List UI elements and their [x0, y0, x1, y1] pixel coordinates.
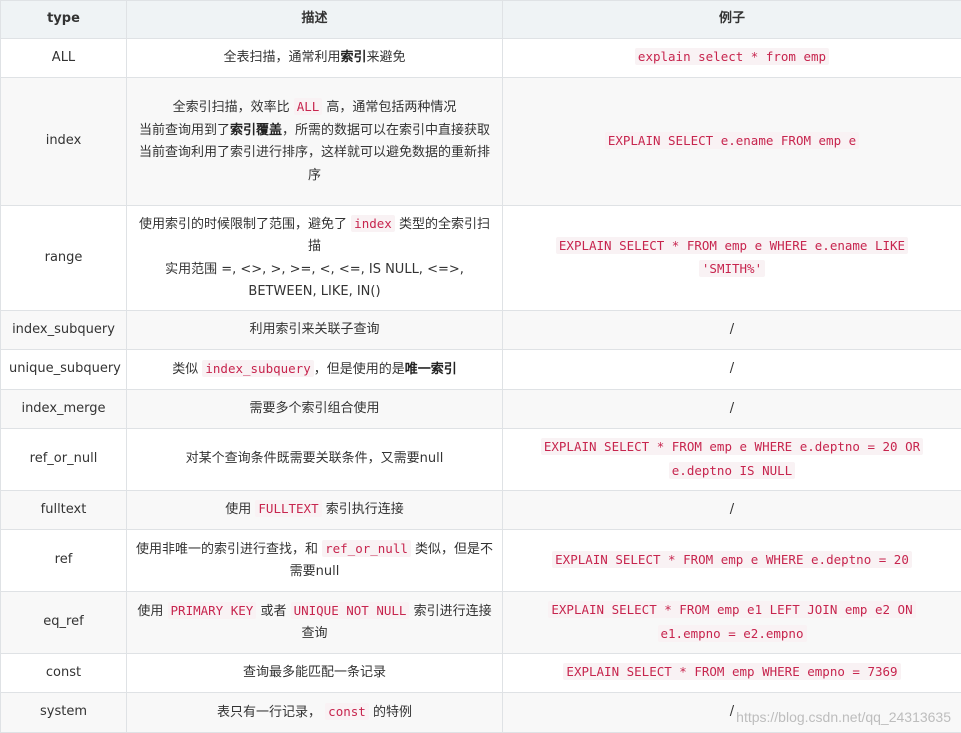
example-cell: EXPLAIN SELECT * FROM emp e WHERE e.enam… — [502, 205, 961, 311]
inline-code: index_subquery — [202, 359, 314, 377]
table-row: system 表只有一行记录， const 的特例 / — [0, 692, 961, 733]
example-cell: / — [502, 692, 961, 733]
text-segment: 全表扫描，通常利用 — [223, 49, 341, 65]
type-cell: range — [0, 205, 127, 311]
table-row: ALL 全表扫描，通常利用索引来避免 explain select * from e… — [0, 38, 961, 78]
example-code: e1.empno = e2.empno — [657, 624, 807, 642]
text-segment: 当前查询利用了索引进行排序，这样就可以避免数据的重新排序 — [138, 145, 490, 183]
description-cell: 需要多个索引组合使用 — [126, 389, 503, 429]
description-cell: 查询最多能匹配一条记录 — [126, 653, 503, 693]
type-cell: fulltext — [0, 490, 127, 530]
type-cell: ref_or_null — [0, 428, 127, 491]
text-segment: 的特例 — [368, 704, 412, 720]
text-segment: ，所需的数据可以在索引中直接获取 — [282, 122, 491, 138]
example-cell: EXPLAIN SELECT * FROM emp e WHERE e.dept… — [502, 428, 961, 491]
table-row: fulltext 使用 FULLTEXT 索引执行连接 / — [0, 490, 961, 530]
type-cell: index_subquery — [0, 310, 127, 350]
description-cell: 对某个查询条件既需要关联条件，又需要null — [126, 428, 503, 491]
description-cell: 使用 FULLTEXT 索引执行连接 — [126, 490, 503, 530]
example-code: EXPLAIN SELECT * FROM emp e WHERE e.enam… — [555, 236, 909, 254]
text-segment: 使用非唯一的索引进行查找，和 — [135, 541, 323, 557]
table-header: type 描述 例子 — [0, 0, 961, 39]
type-cell: unique_subquery — [0, 349, 127, 390]
text-segment: ，但是使用的是 — [313, 361, 405, 377]
example-code: explain select * from emp — [634, 48, 830, 66]
description-cell: 使用 PRIMARY KEY 或者 UNIQUE NOT NULL 索引进行连接… — [126, 591, 503, 654]
text-segment: 类似 — [172, 361, 203, 377]
header-description: 描述 — [126, 0, 503, 39]
text-segment: 表只有一行记录， — [217, 704, 326, 720]
text-segment: 需要多个索引组合使用 — [249, 400, 380, 416]
text-segment: 全索引扫描，效率比 — [172, 100, 294, 115]
example-code: EXPLAIN SELECT * FROM emp e1 LEFT JOIN e… — [548, 601, 916, 618]
table-row: ref_or_null 对某个查询条件既需要关联条件，又需要null EXPLAIN… — [0, 428, 961, 491]
inline-code: FULLTEXT — [255, 500, 322, 518]
inline-code: index — [351, 214, 395, 232]
description-cell: 表只有一行记录， const 的特例 — [126, 692, 503, 733]
description-cell: 全索引扫描，效率比 ALL 高，通常包括两种情况当前查询用到了索引覆盖，所需的数… — [126, 77, 503, 206]
table-row: index_subquery 利用索引来关联子查询 / — [0, 310, 961, 350]
description-cell: 类似 index_subquery ，但是使用的是唯一索引 — [126, 349, 503, 390]
table-row: unique_subquery 类似 index_subquery ，但是使用的是唯… — [0, 349, 961, 390]
example-cell: explain select * from emp — [502, 38, 961, 78]
table-row: range 使用索引的时候限制了范围，避免了 index 类型的全索引扫描 实用范围… — [0, 205, 961, 311]
type-cell: system — [0, 692, 127, 733]
example-code: e.deptno IS NULL — [668, 461, 796, 479]
text-segment: 查询最多能匹配一条记录 — [242, 664, 386, 680]
example-code: 'SMITH%' — [698, 260, 766, 277]
inline-code: UNIQUE NOT NULL — [290, 601, 410, 619]
bold-text: 唯一索引 — [404, 361, 457, 377]
header-type: type — [0, 0, 127, 39]
text-segment: 对某个查询条件既需要关联条件，又需要null — [185, 451, 444, 467]
table-body: ALL 全表扫描，通常利用索引来避免 explain select * from e… — [0, 38, 961, 733]
type-cell: index_merge — [0, 389, 127, 429]
example-cell: / — [502, 490, 961, 530]
table-row: index 全索引扫描，效率比 ALL 高，通常包括两种情况 当前查询用到了索引覆盖… — [0, 77, 961, 206]
bold-text: 索引覆盖 — [229, 122, 282, 138]
inline-code: const — [325, 702, 369, 720]
table-row: const 查询最多能匹配一条记录 EXPLAIN SELECT * FROM em… — [0, 653, 961, 693]
text-segment: 使用 — [225, 502, 256, 518]
table-row: ref 使用非唯一的索引进行查找，和 ref_or_null 类似，但是不需要nu… — [0, 529, 961, 592]
table-row: index_merge 需要多个索引组合使用 / — [0, 389, 961, 429]
example-cell: EXPLAIN SELECT * FROM emp e WHERE e.dept… — [502, 529, 961, 592]
type-cell: ref — [0, 529, 127, 592]
description-cell: 使用非唯一的索引进行查找，和 ref_or_null 类似，但是不需要null — [126, 529, 503, 592]
type-cell: ALL — [0, 38, 127, 78]
type-cell: eq_ref — [0, 591, 127, 654]
description-cell: 全表扫描，通常利用索引来避免 — [126, 38, 503, 78]
example-code: EXPLAIN SELECT * FROM emp WHERE empno = … — [563, 663, 901, 681]
example-cell: / — [502, 349, 961, 390]
example-code: EXPLAIN SELECT * FROM emp e WHERE e.dept… — [552, 550, 912, 568]
example-code: EXPLAIN SELECT * FROM emp e WHERE e.dept… — [540, 438, 924, 455]
type-cell: index — [0, 77, 127, 206]
example-cell: / — [502, 310, 961, 350]
example-code: EXPLAIN SELECT e.ename FROM emp e — [604, 131, 860, 149]
example-cell: EXPLAIN SELECT e.ename FROM emp e — [502, 77, 961, 206]
text-segment: 来避免 — [366, 49, 406, 65]
text-segment: 当前查询用到了 — [138, 122, 230, 138]
description-cell: 利用索引来关联子查询 — [126, 310, 503, 350]
type-cell: const — [0, 653, 127, 693]
description-cell: 使用索引的时候限制了范围，避免了 index 类型的全索引扫描 实用范围 =, <… — [126, 205, 503, 311]
table-row: eq_ref 使用 PRIMARY KEY 或者 UNIQUE NOT NULL … — [0, 591, 961, 654]
example-cell: EXPLAIN SELECT * FROM emp WHERE empno = … — [502, 653, 961, 693]
text-segment: 实用范围 =, <>, >, >=, <, <=, IS NULL, <=>, … — [165, 261, 464, 300]
text-segment: 高，通常包括两种情况 — [322, 100, 457, 115]
text-segment: 索引执行连接 — [321, 502, 404, 518]
text-segment: 利用索引来关联子查询 — [249, 321, 380, 337]
text-segment: 或者 — [256, 603, 291, 619]
text-segment: 使用 — [137, 603, 168, 619]
example-cell: / — [502, 389, 961, 429]
inline-code: ALL — [293, 98, 323, 115]
inline-code: ref_or_null — [322, 539, 411, 557]
explain-type-table: type 描述 例子 ALL 全表扫描，通常利用索引来避免 explain sele… — [0, 0, 961, 733]
inline-code: PRIMARY KEY — [167, 601, 257, 619]
text-segment: 使用索引的时候限制了范围，避免了 — [139, 216, 352, 232]
bold-text: 索引 — [340, 49, 367, 65]
header-example: 例子 — [502, 0, 961, 39]
example-cell: EXPLAIN SELECT * FROM emp e1 LEFT JOIN e… — [502, 591, 961, 654]
